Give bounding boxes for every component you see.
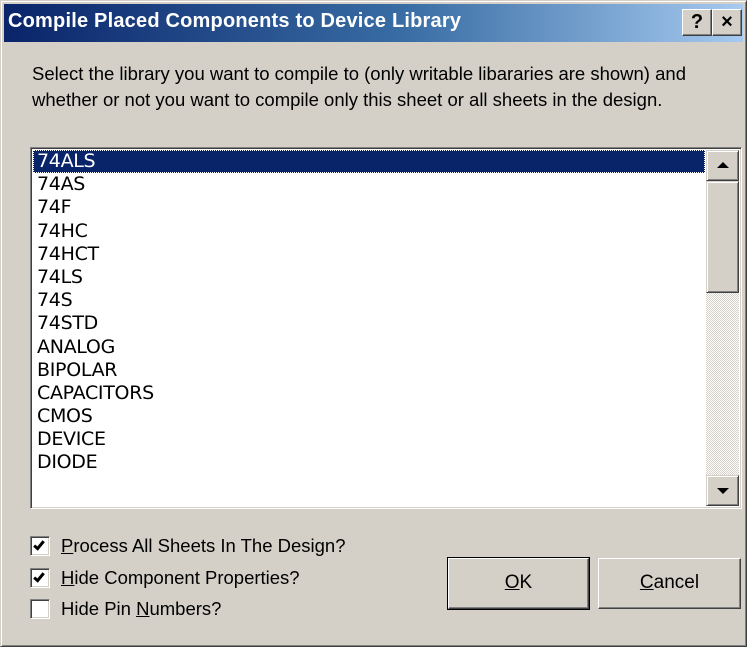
process-all-sheets-label: Process All Sheets In The Design? <box>61 535 346 556</box>
triangle-up-icon <box>717 162 729 168</box>
hide-component-properties-checkbox[interactable] <box>30 568 50 588</box>
hide-pin-numbers-checkbox[interactable] <box>30 599 50 619</box>
list-item[interactable]: 74S <box>33 289 705 312</box>
list-item-selected[interactable]: 74ALS <box>33 150 705 174</box>
list-item[interactable]: ANALOG <box>33 336 705 359</box>
list-item[interactable]: 74AS <box>33 173 705 196</box>
title-bar[interactable]: Compile Placed Components to Device Libr… <box>4 4 743 42</box>
cancel-button[interactable]: Cancel <box>598 558 741 609</box>
process-all-sheets-checkbox[interactable] <box>30 536 50 556</box>
list-item[interactable]: 74F <box>33 196 705 219</box>
instructions-text: Select the library you want to compile t… <box>32 63 686 110</box>
check-icon <box>33 570 45 583</box>
list-item[interactable]: DIODE <box>33 451 705 474</box>
list-item[interactable]: BIPOLAR <box>33 359 705 382</box>
check-icon <box>33 538 45 551</box>
vertical-scrollbar[interactable] <box>706 150 739 506</box>
hide-component-properties-label: Hide Component Properties? <box>61 567 300 588</box>
hide-pin-numbers-label: Hide Pin Numbers? <box>61 598 222 619</box>
list-item[interactable]: 74HC <box>33 220 705 243</box>
list-item[interactable]: 74STD <box>33 312 705 335</box>
scroll-up-button[interactable] <box>706 150 739 181</box>
list-item[interactable]: 74LS <box>33 266 705 289</box>
ok-button[interactable]: OK <box>447 557 590 610</box>
triangle-down-icon <box>717 488 729 494</box>
list-item[interactable]: DEVICE <box>33 428 705 451</box>
list-item[interactable]: CAPACITORS <box>33 382 705 405</box>
library-listbox[interactable]: 74ALS 74AS 74F 74HC 74HCT 74LS 74S 74STD… <box>30 147 742 509</box>
list-item[interactable]: 74HCT <box>33 243 705 266</box>
library-list-items: 74ALS 74AS 74F 74HC 74HCT 74LS 74S 74STD… <box>33 150 705 506</box>
help-button[interactable]: ? <box>682 9 712 36</box>
compile-dialog: Compile Placed Components to Device Libr… <box>0 0 747 647</box>
scroll-down-button[interactable] <box>706 475 739 506</box>
close-button[interactable]: × <box>712 9 742 36</box>
scroll-thumb[interactable] <box>706 181 739 293</box>
list-item[interactable]: CMOS <box>33 405 705 428</box>
window-title: Compile Placed Components to Device Libr… <box>8 10 462 32</box>
